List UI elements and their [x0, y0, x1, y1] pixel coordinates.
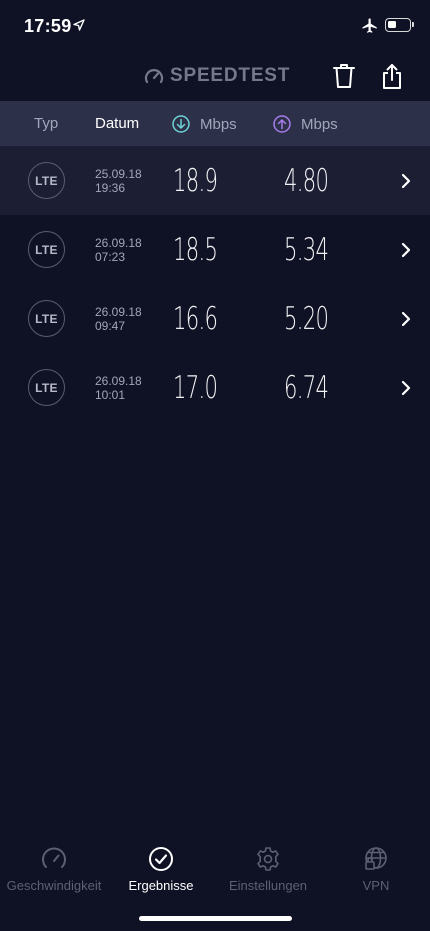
tab-settings[interactable]: Einstellungen	[214, 838, 322, 893]
download-value: 16.6	[173, 301, 218, 337]
download-value: 18.9	[173, 163, 218, 199]
gear-icon	[257, 847, 279, 871]
connection-type-badge: LTE	[28, 369, 65, 406]
bottom-tab-bar: Geschwindigkeit Ergebnisse Einstellungen…	[0, 838, 430, 898]
share-icon[interactable]	[379, 62, 405, 90]
chevron-right-icon	[401, 311, 411, 327]
tab-vpn[interactable]: VPN	[322, 838, 430, 893]
result-datetime: 25.09.18 19:36	[95, 167, 142, 195]
download-value: 17.0	[173, 370, 218, 406]
tab-label: Einstellungen	[228, 878, 308, 893]
result-date: 26.09.18	[95, 374, 142, 388]
results-list: LTE 25.09.18 19:36 18.9 4.80 LTE 26.09.1…	[0, 146, 430, 422]
column-header-type[interactable]: Typ	[34, 115, 58, 132]
result-date: 26.09.18	[95, 305, 142, 319]
upload-value: 4.80	[284, 163, 329, 199]
location-arrow-icon	[73, 19, 85, 31]
speedometer-logo-icon	[144, 69, 164, 84]
upload-unit-label: Mbps	[301, 115, 338, 133]
tab-results[interactable]: Ergebnisse	[107, 838, 215, 893]
airplane-icon	[362, 18, 377, 33]
chevron-right-icon	[401, 173, 411, 189]
result-row[interactable]: LTE 25.09.18 19:36 18.9 4.80	[0, 146, 430, 215]
result-date: 25.09.18	[95, 167, 142, 181]
column-header-upload[interactable]: Mbps	[273, 115, 338, 133]
result-datetime: 26.09.18 07:23	[95, 236, 142, 264]
result-datetime: 26.09.18 09:47	[95, 305, 142, 333]
download-value: 18.5	[173, 232, 218, 268]
logo-text: SPEEDTEST	[170, 65, 291, 86]
tab-speed[interactable]: Geschwindigkeit	[0, 838, 108, 893]
globe-lock-icon	[365, 847, 387, 870]
download-unit-label: Mbps	[200, 115, 237, 133]
connection-type-badge: LTE	[28, 231, 65, 268]
result-datetime: 26.09.18 10:01	[95, 374, 142, 402]
status-time: 17:59	[24, 16, 72, 36]
result-time: 07:23	[95, 250, 126, 264]
column-header-date[interactable]: Datum	[95, 115, 139, 132]
download-arrow-icon	[172, 115, 190, 133]
upload-value: 5.20	[284, 301, 329, 337]
home-indicator[interactable]	[139, 916, 292, 921]
status-bar: 17:59	[0, 0, 430, 52]
tab-label: Geschwindigkeit	[6, 878, 102, 893]
upload-value: 6.74	[284, 370, 329, 406]
result-row[interactable]: LTE 26.09.18 07:23 18.5 5.34	[0, 215, 430, 284]
upload-arrow-icon	[273, 115, 291, 133]
speedometer-icon	[42, 847, 66, 868]
connection-type-badge: LTE	[28, 162, 65, 199]
result-row[interactable]: LTE 26.09.18 10:01 17.0 6.74	[0, 353, 430, 422]
chevron-right-icon	[401, 242, 411, 258]
upload-value: 5.34	[284, 232, 329, 268]
result-time: 10:01	[95, 388, 126, 402]
tab-label: Ergebnisse	[128, 878, 194, 893]
chevron-right-icon	[401, 380, 411, 396]
result-time: 09:47	[95, 319, 126, 333]
results-table-header: Typ Datum Mbps Mbps	[0, 101, 430, 146]
app-header: SPEEDTEST	[0, 52, 430, 100]
trash-icon[interactable]	[331, 62, 357, 90]
connection-type-badge: LTE	[28, 300, 65, 337]
column-header-download[interactable]: Mbps	[172, 115, 237, 133]
checkmark-circle-icon	[149, 847, 173, 871]
tab-label: VPN	[362, 878, 390, 893]
battery-icon	[385, 18, 414, 32]
speedtest-logo: SPEEDTEST	[144, 65, 290, 87]
result-date: 26.09.18	[95, 236, 142, 250]
result-row[interactable]: LTE 26.09.18 09:47 16.6 5.20	[0, 284, 430, 353]
result-time: 19:36	[95, 181, 126, 195]
